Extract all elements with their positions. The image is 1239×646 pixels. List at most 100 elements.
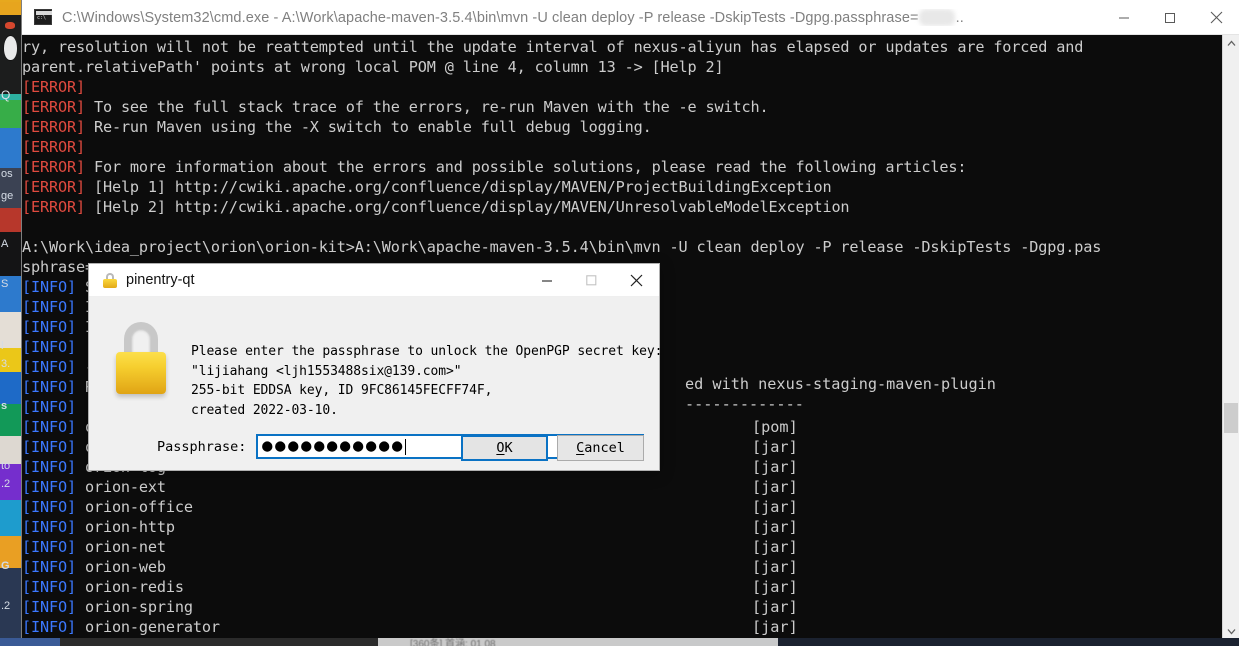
- dialog-body: Please enter the passphrase to unlock th…: [89, 297, 663, 471]
- sliver-label-7: s: [1, 400, 8, 412]
- console-line-prefix: [INFO]: [22, 478, 76, 496]
- module-tag: [jar]: [752, 518, 798, 536]
- dialog-message: Please enter the passphrase to unlock th…: [191, 344, 663, 418]
- taskbar[interactable]: [360条] 首涵: 01 08: [0, 638, 1239, 646]
- console-line: [INFO] orion-net: [22, 537, 1200, 557]
- console-line-prefix: [ERROR]: [22, 118, 85, 136]
- console-line-prefix: [INFO]: [22, 598, 76, 616]
- close-button[interactable]: [1193, 0, 1239, 35]
- console-line: [ERROR] Re-run Maven using the -X switch…: [22, 117, 1200, 137]
- console-line-prefix: [ERROR]: [22, 98, 85, 116]
- module-tag: [pom]: [752, 418, 798, 436]
- console-line-prefix: [ERROR]: [22, 138, 85, 156]
- dialog-caption-buttons: [524, 264, 659, 297]
- large-lock-icon: [112, 322, 170, 394]
- module-tag: [jar]: [752, 478, 798, 496]
- console-line-prefix: [INFO]: [22, 398, 76, 416]
- console-fragment-divider: -------------: [685, 395, 804, 413]
- console-line-prefix: [INFO]: [22, 418, 76, 436]
- console-line-prefix: [INFO]: [22, 318, 76, 336]
- console-line-prefix: [INFO]: [22, 298, 76, 316]
- sliver-label-q: Q: [1, 88, 11, 102]
- ok-label-rest: K: [504, 440, 513, 456]
- console-line-text: [Help 2] http://cwiki.apache.org/conflue…: [84, 198, 850, 216]
- text-caret: [405, 438, 407, 455]
- qq-penguin-icon: [0, 2, 22, 94]
- console-line: [ERROR] To see the full stack trace of t…: [22, 97, 1200, 117]
- console-line-text: ry, resolution will not be reattempted u…: [22, 38, 1093, 56]
- console-line-prefix: [INFO]: [22, 498, 76, 516]
- console-line-text: orion-office: [75, 498, 193, 516]
- console-line: [INFO] orion-generator: [22, 617, 1200, 637]
- console-line: A:\Work\idea_project\orion\orion-kit>A:\…: [22, 237, 1200, 257]
- dialog-maximize-button: [569, 264, 614, 297]
- window-titlebar[interactable]: C:\Windows\System32\cmd.exe - A:\Work\ap…: [22, 0, 1239, 35]
- dialog-titlebar[interactable]: pinentry-qt: [89, 264, 659, 297]
- console-line-text: sphrase=: [22, 258, 94, 276]
- dialog-buttons: OK Cancel: [461, 435, 644, 461]
- lock-icon: [103, 272, 117, 288]
- sliver-label-9: .2: [1, 478, 11, 490]
- scroll-up-icon[interactable]: [1223, 35, 1239, 52]
- sliver-label-2: ge: [1, 190, 14, 202]
- console-line-text: orion-net: [75, 538, 166, 556]
- redacted-passphrase: [918, 8, 955, 26]
- console-line: [INFO] orion-redis: [22, 577, 1200, 597]
- sliver-label-5: l: [1, 340, 4, 352]
- console-line-text: orion-web: [75, 558, 166, 576]
- module-tag: [jar]: [752, 618, 798, 636]
- module-tag: [jar]: [752, 458, 798, 476]
- sliver-label-3: A: [1, 238, 9, 250]
- console-line-text: Re-run Maven using the -X switch to enab…: [84, 118, 652, 136]
- console-line-prefix: [INFO]: [22, 338, 76, 356]
- console-line-text: For more information about the errors an…: [84, 158, 967, 176]
- ok-button[interactable]: OK: [461, 435, 548, 461]
- window-title: C:\Windows\System32\cmd.exe - A:\Work\ap…: [62, 8, 964, 26]
- console-line: [ERROR] [Help 2] http://cwiki.apache.org…: [22, 197, 1200, 217]
- window-title-prefix: C:\Windows\System32\cmd.exe - A:\Work\ap…: [62, 9, 919, 26]
- taskbar-start-area[interactable]: [0, 638, 60, 646]
- console-line: [INFO] orion-ext: [22, 477, 1200, 497]
- console-line-text: orion-http: [75, 518, 175, 536]
- sliver-label-6: 3.: [1, 358, 11, 370]
- console-line: [INFO] orion-office: [22, 497, 1200, 517]
- console-line-text: To see the full stack trace of the error…: [84, 98, 769, 116]
- console-line-prefix: [INFO]: [22, 518, 76, 536]
- console-line: [ERROR]: [22, 77, 1200, 97]
- console-scrollbar[interactable]: [1222, 35, 1239, 640]
- sliver-label-1: os: [1, 168, 13, 180]
- console-fragment-nexus: ed with nexus-staging-maven-plugin: [685, 375, 996, 393]
- console-line: [INFO] orion-web: [22, 557, 1200, 577]
- minimize-button[interactable]: [1101, 0, 1147, 35]
- dialog-minimize-button[interactable]: [524, 264, 569, 297]
- console-line-prefix: [INFO]: [22, 378, 76, 396]
- maximize-button[interactable]: [1147, 0, 1193, 35]
- console-line-prefix: [INFO]: [22, 558, 76, 576]
- console-line-text: A:\Work\idea_project\orion\orion-kit>A:\…: [22, 238, 1102, 256]
- console-line-prefix: [INFO]: [22, 438, 76, 456]
- passphrase-value: ●●●●●●●●●●●: [261, 437, 405, 454]
- console-line: [ERROR] For more information about the e…: [22, 157, 1200, 177]
- console-line-text: orion-generator: [75, 618, 220, 636]
- console-line: [INFO] orion-spring: [22, 597, 1200, 617]
- console-line-text: orion-spring: [75, 598, 193, 616]
- scrollbar-thumb[interactable]: [1224, 403, 1238, 433]
- screen: Q os ge A S l 3. s to .2 G .2 C:\Windows…: [0, 0, 1239, 646]
- console-line-text: [Help 1] http://cwiki.apache.org/conflue…: [84, 178, 832, 196]
- console-line-prefix: [INFO]: [22, 618, 76, 636]
- console-line-prefix: [INFO]: [22, 538, 76, 556]
- passphrase-label: Passphrase:: [157, 438, 247, 455]
- module-tag: [jar]: [752, 538, 798, 556]
- console-line-prefix: [ERROR]: [22, 158, 85, 176]
- sliver-label-8: to: [1, 460, 11, 472]
- console-line: [ERROR]: [22, 137, 1200, 157]
- background-window-sliver[interactable]: Q os ge A S l 3. s to .2 G .2: [0, 0, 22, 646]
- taskbar-notification-text: [360条] 首涵: 01 08: [410, 639, 496, 646]
- console-line-prefix: [INFO]: [22, 358, 76, 376]
- sliver-label-10: G: [1, 560, 10, 572]
- console-line-prefix: [INFO]: [22, 458, 76, 476]
- dialog-close-button[interactable]: [614, 264, 659, 297]
- sliver-label-11: .2: [1, 600, 11, 612]
- cancel-button[interactable]: Cancel: [557, 435, 644, 461]
- console-line: parent.relativePath' points at wrong loc…: [22, 57, 1200, 77]
